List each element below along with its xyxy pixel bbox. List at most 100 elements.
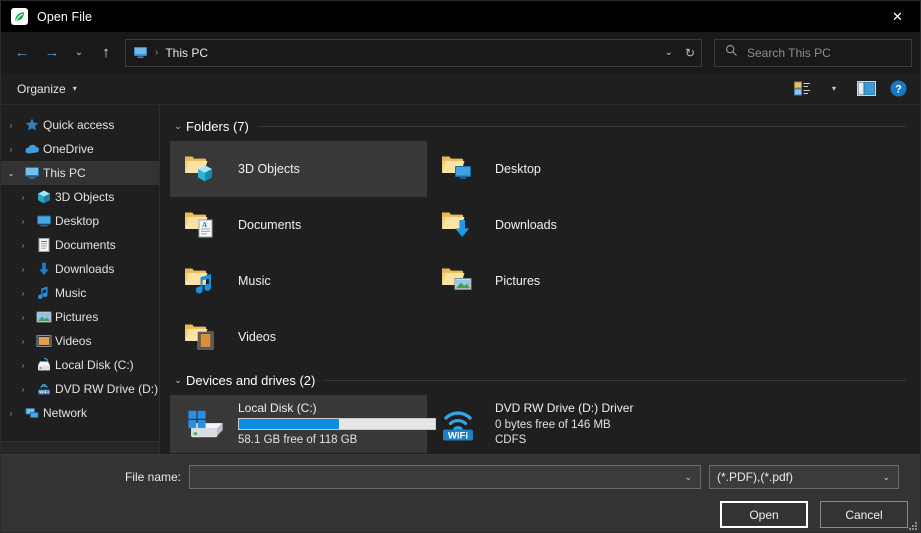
folder-documents-icon: A xyxy=(184,209,238,241)
collapse-drives-icon[interactable]: ⌄ xyxy=(170,375,186,386)
app-icon xyxy=(11,8,28,25)
sidebar-item-downloads[interactable]: › Downloads xyxy=(1,257,159,281)
sidebar-item-label: Desktop xyxy=(55,214,100,228)
filename-label: File name: xyxy=(124,470,181,484)
back-icon[interactable]: ← xyxy=(7,38,37,68)
download-arrow-icon xyxy=(33,261,55,277)
folder-tree: › Quick access › OneDrive ⌄ This PC › 3D Object… xyxy=(1,105,159,425)
file-list-pane: ⌄ Folders (7) 3D Objects Desktop A Document… xyxy=(160,105,920,454)
hard-drive-windows-icon xyxy=(184,405,238,443)
folder-tile[interactable]: Videos xyxy=(170,309,427,365)
document-icon xyxy=(33,237,55,253)
this-pc-icon xyxy=(133,46,148,59)
sidebar-item-label: This PC xyxy=(43,166,86,180)
chevron-right-icon[interactable]: › xyxy=(13,217,33,226)
sidebar-item-desktop[interactable]: › Desktop xyxy=(1,209,159,233)
sidebar-item-documents[interactable]: › Documents xyxy=(1,233,159,257)
filetype-dropdown-icon[interactable]: ⌄ xyxy=(878,472,894,483)
command-bar-right: ▾ ? xyxy=(788,76,912,102)
close-button[interactable]: ✕ xyxy=(875,1,920,32)
sidebar-item-network[interactable]: › Network xyxy=(1,401,159,425)
folders-group-header[interactable]: ⌄ Folders (7) xyxy=(170,115,920,137)
folder-music-icon xyxy=(184,265,238,297)
folder-tile[interactable]: A Documents xyxy=(170,197,427,253)
dvd-drive-icon: WiFi xyxy=(33,381,55,397)
chevron-right-icon[interactable]: › xyxy=(13,289,33,298)
address-bar[interactable]: › This PC ⌄ ↻ xyxy=(125,38,702,67)
group-divider xyxy=(258,125,906,127)
folders-grid: 3D Objects Desktop A Documents Downloads Musi… xyxy=(170,141,920,365)
filename-dropdown-icon[interactable]: ⌄ xyxy=(680,472,696,483)
svg-text:A: A xyxy=(202,221,207,229)
folder-tile[interactable]: Music xyxy=(170,253,427,309)
refresh-icon[interactable]: ↻ xyxy=(683,46,695,60)
sidebar-horizontal-scrollbar[interactable] xyxy=(1,441,159,454)
view-options-icon[interactable] xyxy=(788,76,816,102)
sidebar-item-local-disk-c[interactable]: › Local Disk (C:) xyxy=(1,353,159,377)
folder-tile-label: Documents xyxy=(238,218,302,232)
drive-name: DVD RW Drive (D:) Driver xyxy=(495,400,634,415)
chevron-right-icon[interactable]: › xyxy=(13,265,33,274)
folder-tile[interactable]: Pictures xyxy=(427,253,684,309)
breadcrumb-current[interactable]: This PC xyxy=(165,46,654,60)
star-icon xyxy=(21,117,43,133)
open-button[interactable]: Open xyxy=(720,501,808,528)
monitor-icon xyxy=(21,165,43,181)
chevron-right-icon[interactable]: › xyxy=(13,193,33,202)
chevron-right-icon[interactable]: › xyxy=(13,385,33,394)
filetype-select[interactable]: (*.PDF),(*.pdf) ⌄ xyxy=(709,465,899,489)
sidebar-item-quick-access[interactable]: › Quick access xyxy=(1,113,159,137)
sidebar-item-label: Network xyxy=(43,406,88,420)
organize-button[interactable]: Organize ▾ xyxy=(17,82,77,96)
preview-pane-icon[interactable] xyxy=(852,76,880,102)
resize-grip[interactable] xyxy=(907,520,917,530)
search-placeholder: Search This PC xyxy=(747,45,831,60)
cube-icon xyxy=(33,189,55,205)
command-bar: Organize ▾ ▾ ? xyxy=(1,73,920,105)
chevron-right-icon[interactable]: › xyxy=(1,121,21,130)
chevron-right-icon[interactable]: › xyxy=(13,361,33,370)
address-dropdown-icon[interactable]: ⌄ xyxy=(655,47,683,58)
view-dropdown-icon[interactable]: ▾ xyxy=(820,76,848,102)
chevron-right-icon[interactable]: › xyxy=(1,145,21,154)
filename-input[interactable]: ⌄ xyxy=(189,465,701,489)
desktop-icon xyxy=(33,213,55,229)
up-one-level-icon[interactable]: ↑ xyxy=(91,38,121,68)
sidebar-item-music[interactable]: › Music xyxy=(1,281,159,305)
chevron-right-icon[interactable]: › xyxy=(13,313,33,322)
cancel-button[interactable]: Cancel xyxy=(820,501,908,528)
sidebar-item-label: OneDrive xyxy=(43,142,94,156)
drive-tile[interactable]: Local Disk (C:) 58.1 GB free of 118 GB xyxy=(170,395,436,453)
drives-group-header[interactable]: ⌄ Devices and drives (2) xyxy=(170,369,920,391)
forward-icon[interactable]: → xyxy=(37,38,67,68)
dialog-buttons: Open Cancel xyxy=(1,489,920,528)
search-box[interactable]: Search This PC xyxy=(714,38,912,67)
sidebar-item-3d-objects[interactable]: › 3D Objects xyxy=(1,185,159,209)
drive-name: Local Disk (C:) xyxy=(238,400,317,415)
drive-tile[interactable]: WiFi DVD RW Drive (D:) Driver 0 bytes free… xyxy=(427,395,684,453)
chevron-right-icon[interactable]: › xyxy=(1,409,21,418)
sidebar-item-videos[interactable]: › Videos xyxy=(1,329,159,353)
drives-group-title: Devices and drives (2) xyxy=(186,372,316,388)
folder-desktop-icon xyxy=(441,153,495,185)
recent-locations-icon[interactable]: ⌄ xyxy=(67,38,91,68)
folder-tile[interactable]: Desktop xyxy=(427,141,684,197)
chevron-down-icon[interactable]: ⌄ xyxy=(1,169,21,178)
folder-tile[interactable]: 3D Objects xyxy=(170,141,427,197)
hard-drive-icon xyxy=(33,357,55,373)
sidebar-item-label: Quick access xyxy=(43,118,115,132)
sidebar-item-pictures[interactable]: › Pictures xyxy=(1,305,159,329)
svg-text:WiFi: WiFi xyxy=(39,390,49,395)
sidebar-item-this-pc[interactable]: ⌄ This PC xyxy=(1,161,159,185)
sidebar-item-label: Music xyxy=(55,286,87,300)
sidebar-item-label: Local Disk (C:) xyxy=(55,358,134,372)
chevron-right-icon[interactable]: › xyxy=(13,337,33,346)
help-icon[interactable]: ? xyxy=(884,76,912,102)
folder-tile[interactable]: Downloads xyxy=(427,197,684,253)
navigation-bar: ← → ⌄ ↑ › This PC ⌄ ↻ Search This PC xyxy=(1,32,920,73)
sidebar-item-onedrive[interactable]: › OneDrive xyxy=(1,137,159,161)
sidebar-item-dvd-rw-drive-d-d[interactable]: › WiFi DVD RW Drive (D:) D xyxy=(1,377,159,401)
group-divider xyxy=(325,379,906,381)
chevron-right-icon[interactable]: › xyxy=(13,241,33,250)
collapse-folders-icon[interactable]: ⌄ xyxy=(170,121,186,132)
